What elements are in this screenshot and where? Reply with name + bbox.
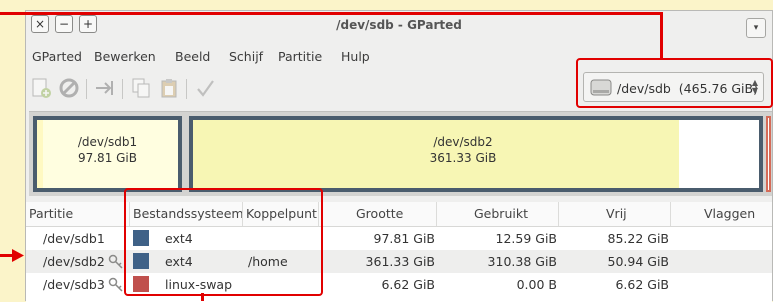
annotation-box-device: [576, 58, 773, 108]
cell-partition: /dev/sdb3: [43, 277, 105, 292]
menu-edit[interactable]: Bewerken: [94, 49, 156, 64]
window-menu-button[interactable]: ▾: [746, 18, 766, 38]
cell-used: 0.00 B: [516, 277, 557, 292]
cell-used: 310.38 GiB: [487, 254, 557, 269]
column-separator: [558, 202, 559, 226]
cell-size: 6.62 GiB: [381, 277, 435, 292]
toolbar-separator: [122, 79, 123, 99]
partition-block-name: /dev/sdb2: [433, 135, 493, 149]
key-lock-icon: [108, 277, 123, 292]
copy-icon[interactable]: [130, 77, 152, 99]
menu-help[interactable]: Hulp: [341, 49, 370, 64]
annotation-box-columns: [124, 188, 323, 296]
menu-gparted[interactable]: GParted: [32, 49, 82, 64]
arrow-right-icon: [12, 249, 24, 262]
menu-partition[interactable]: Partitie: [278, 49, 322, 64]
annotation-line: [20, 12, 662, 15]
toolbar-separator: [86, 79, 87, 99]
resize-move-icon[interactable]: [94, 77, 116, 99]
menu-view[interactable]: Beeld: [175, 49, 210, 64]
partition-block-size: 361.33 GiB: [429, 151, 497, 165]
column-header-used[interactable]: Gebruikt: [474, 206, 528, 221]
partition-block-sdb3[interactable]: [766, 116, 771, 192]
partition-block-sdb2[interactable]: /dev/sdb2 361.33 GiB: [189, 116, 763, 192]
annotation-line: [201, 293, 204, 301]
partition-block-name: /dev/sdb1: [77, 135, 138, 149]
cell-size: 97.81 GiB: [373, 231, 436, 246]
column-header-partition[interactable]: Partitie: [29, 206, 73, 221]
column-header-size[interactable]: Grootte: [356, 206, 403, 221]
toolbar-separator: [186, 79, 187, 99]
column-separator: [670, 202, 671, 226]
cell-used: 12.59 GiB: [495, 231, 558, 246]
cell-size: 361.33 GiB: [365, 254, 435, 269]
column-header-free[interactable]: Vrij: [606, 206, 627, 221]
partition-map: /dev/sdb1 97.81 GiB /dev/sdb2 361.33 GiB: [29, 111, 772, 196]
cell-free: 85.22 GiB: [607, 231, 670, 246]
cell-partition: /dev/sdb2: [43, 254, 105, 269]
partition-block-size: 97.81 GiB: [77, 151, 138, 165]
cell-free: 6.62 GiB: [615, 277, 669, 292]
key-lock-icon: [108, 254, 123, 269]
delete-icon[interactable]: [58, 77, 80, 99]
cell-partition: /dev/sdb1: [43, 231, 105, 246]
column-separator: [436, 202, 437, 226]
menu-device[interactable]: Schijf: [229, 49, 263, 64]
cell-free: 50.94 GiB: [607, 254, 670, 269]
annotation-line: [660, 12, 663, 59]
column-header-flags[interactable]: Vlaggen: [704, 206, 755, 221]
partition-block-sdb1[interactable]: /dev/sdb1 97.81 GiB: [33, 116, 182, 192]
paste-icon[interactable]: [158, 77, 180, 99]
apply-icon[interactable]: [194, 77, 216, 99]
annotation-line: [0, 12, 22, 15]
new-partition-icon[interactable]: [30, 77, 52, 99]
